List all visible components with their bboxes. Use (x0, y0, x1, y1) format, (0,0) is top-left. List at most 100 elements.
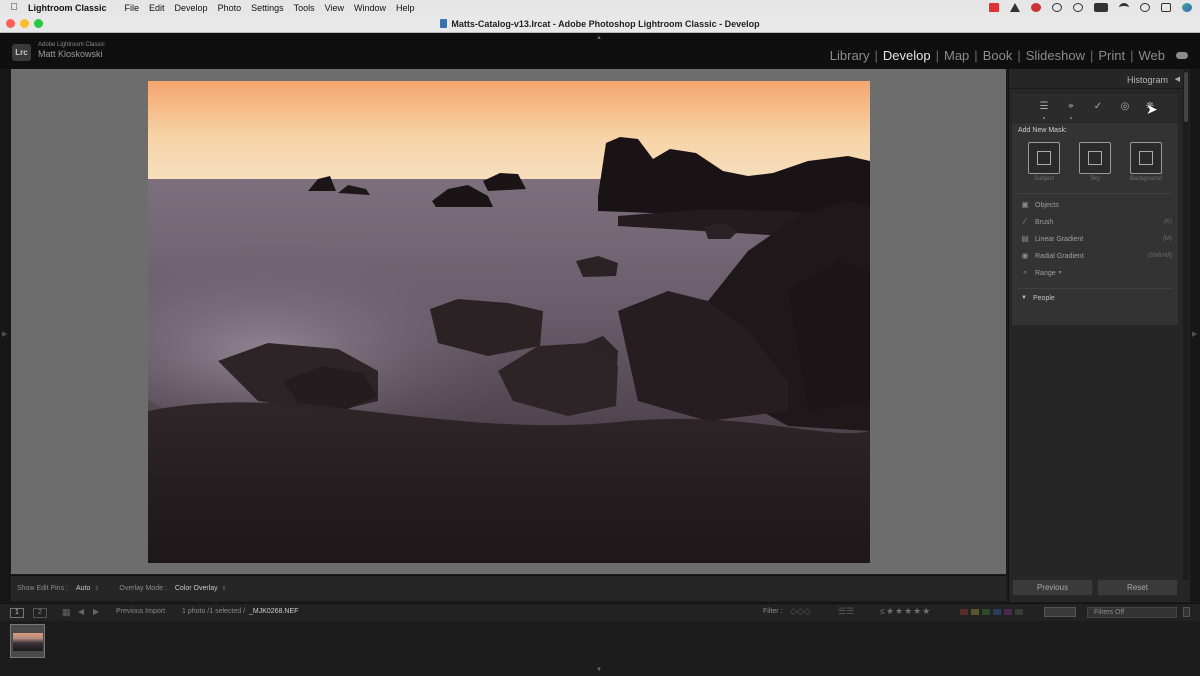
lrc-logo: Lrc (12, 44, 31, 61)
mask-linear-gradient[interactable]: ▤ Linear Gradient (M) (1020, 232, 1172, 246)
apple-icon[interactable]:  (0, 2, 28, 13)
menu-app-name[interactable]: Lightroom Classic (28, 3, 115, 13)
menu-view[interactable]: View (325, 3, 352, 13)
filter-label: Filter : (763, 608, 783, 615)
module-library[interactable]: Library (825, 48, 875, 63)
module-print[interactable]: Print (1093, 48, 1130, 63)
module-picker: Library | Develop | Map | Book | Slidesh… (825, 48, 1170, 63)
filename-label[interactable]: _MJK0268.NEF (249, 608, 298, 615)
range-caret-icon: ▼ (1057, 270, 1063, 276)
collapse-filmstrip-icon[interactable]: ▼ (596, 667, 602, 673)
color-label-green[interactable] (982, 609, 990, 615)
menu-help[interactable]: Help (396, 3, 423, 13)
minimize-window-icon[interactable] (20, 19, 29, 28)
menu-file[interactable]: File (125, 3, 148, 13)
control-center-icon[interactable] (1161, 3, 1171, 12)
record-icon[interactable] (989, 3, 999, 12)
module-book[interactable]: Book (978, 48, 1018, 63)
edit-sliders-icon[interactable]: ☰ (1037, 100, 1051, 119)
background-label: Background (1129, 176, 1163, 182)
module-slideshow[interactable]: Slideshow (1021, 48, 1090, 63)
photo-preview[interactable] (148, 81, 870, 563)
mask-radial-gradient[interactable]: ◉ Radial Gradient (Shift+M) (1020, 249, 1173, 263)
right-panel-scrollbar[interactable] (1183, 70, 1189, 580)
filters-preset-select[interactable]: Filters Off (1087, 607, 1177, 618)
menu-photo[interactable]: Photo (218, 3, 250, 13)
search-icon[interactable] (1140, 3, 1150, 12)
battery-icon[interactable] (1094, 3, 1108, 12)
app-tray-icon[interactable] (1031, 3, 1041, 12)
crop-icon[interactable]: ⌖ (1064, 100, 1078, 119)
color-label-red[interactable] (960, 609, 968, 615)
module-web[interactable]: Web (1134, 48, 1171, 63)
rating-filter-stars[interactable]: ≤★★★★★ (880, 606, 931, 617)
scrollbar-thumb[interactable] (1184, 72, 1188, 122)
screen-record-icon[interactable] (1052, 3, 1062, 12)
secondary-window-2-button[interactable]: 2 (33, 608, 47, 618)
expand-left-panel-icon[interactable]: ▶ (2, 330, 7, 338)
people-section[interactable]: ▼ People (1020, 291, 1172, 305)
histogram-header[interactable]: Histogram ◀ (1008, 71, 1182, 89)
siri-icon[interactable] (1182, 3, 1192, 12)
forward-arrow-icon[interactable]: ▶ (93, 607, 99, 616)
zoom-window-icon[interactable] (34, 19, 43, 28)
select-sky-button[interactable] (1079, 142, 1111, 174)
menu-edit[interactable]: Edit (149, 3, 173, 13)
color-label-blue[interactable] (993, 609, 1001, 615)
brush-label: Brush (1035, 218, 1054, 226)
histogram-collapse-icon[interactable]: ◀ (1175, 71, 1180, 89)
close-window-icon[interactable] (6, 19, 15, 28)
dropdown-caret-icon[interactable]: ⇕ (222, 585, 227, 592)
window-title: Matts-Catalog-v13.lrcat - Adobe Photosho… (451, 18, 760, 29)
color-label-none[interactable] (1015, 609, 1023, 615)
select-subject-button[interactable] (1028, 142, 1060, 174)
module-develop[interactable]: Develop (878, 48, 936, 63)
mask-brush[interactable]: ⁄ Brush (K) (1020, 215, 1172, 229)
color-label-yellow[interactable] (971, 609, 979, 615)
filmstrip-thumbnail[interactable] (10, 624, 45, 658)
color-label-filter[interactable] (960, 609, 1026, 617)
color-label-purple[interactable] (1004, 609, 1012, 615)
play-icon[interactable] (1073, 3, 1083, 12)
radial-gradient-shortcut: (Shift+M) (1147, 253, 1172, 259)
menu-extras (989, 0, 1192, 15)
drive-icon[interactable] (1010, 3, 1020, 12)
collapse-top-panel-icon[interactable]: ▲ (596, 35, 602, 41)
filter-lock-icon[interactable] (1183, 607, 1190, 617)
develop-toolbar: Show Edit Pins : Auto ⇕ Overlay Mode : C… (11, 575, 1006, 601)
mask-range[interactable]: ⚬ Range ▼ (1020, 266, 1172, 280)
previous-button[interactable]: Previous (1012, 579, 1093, 596)
menu-settings[interactable]: Settings (251, 3, 292, 13)
source-label[interactable]: Previous Import (116, 608, 165, 615)
reset-button[interactable]: Reset (1097, 579, 1178, 596)
wifi-icon[interactable] (1119, 3, 1129, 12)
filmstrip-bar: 1 2 ▦ ◀ ▶ Previous Import 1 photo /1 sel… (0, 603, 1200, 621)
menu-tools[interactable]: Tools (294, 3, 323, 13)
menu-develop[interactable]: Develop (175, 3, 216, 13)
histogram-label: Histogram (1126, 75, 1168, 85)
flag-filter-icon[interactable]: ◇◇◇ (790, 606, 811, 617)
seascape-image (148, 81, 870, 563)
grid-view-icon[interactable]: ▦ (62, 607, 71, 618)
mask-objects[interactable]: ▣ Objects (1020, 198, 1172, 212)
radial-gradient-icon: ◉ (1021, 251, 1029, 260)
healing-icon[interactable]: ✓ (1091, 100, 1105, 114)
linear-gradient-label: Linear Gradient (1035, 235, 1084, 243)
module-map[interactable]: Map (939, 48, 974, 63)
mouse-pointer-icon: ➤ (1146, 101, 1158, 117)
overlay-mode-select[interactable]: Color Overlay (175, 585, 218, 592)
red-eye-icon[interactable]: ◎ (1118, 100, 1132, 114)
macos-menu-bar:  Lightroom Classic File Edit Develop Ph… (0, 0, 1200, 15)
dropdown-caret-icon[interactable]: ⇕ (94, 585, 99, 592)
people-label: People (1033, 294, 1055, 302)
edit-pins-select[interactable]: Auto (76, 585, 90, 592)
cloud-sync-icon[interactable] (1176, 52, 1188, 59)
secondary-window-1-button[interactable]: 1 (10, 608, 24, 618)
select-background-button[interactable] (1130, 142, 1162, 174)
edit-filter-icon[interactable]: ☰☰ (838, 606, 854, 617)
expand-triangle-icon: ▼ (1021, 295, 1027, 301)
collapse-right-panel-icon[interactable]: ▶ (1192, 330, 1197, 338)
back-arrow-icon[interactable]: ◀ (78, 607, 84, 616)
menu-window[interactable]: Window (354, 3, 394, 13)
filter-toggle-icon[interactable] (1044, 607, 1076, 617)
